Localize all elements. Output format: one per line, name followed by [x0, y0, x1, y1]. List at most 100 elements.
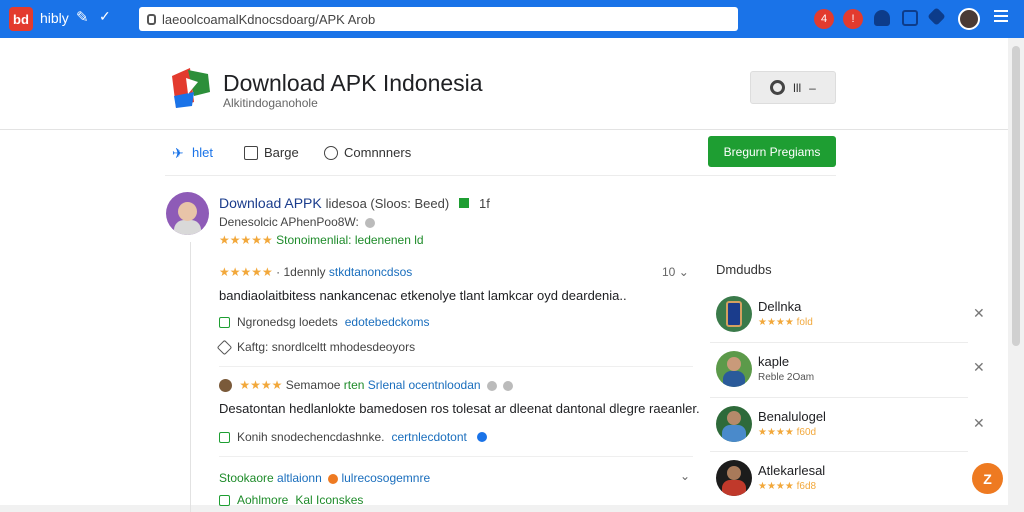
app-logo-large: [172, 68, 210, 108]
review-tag[interactable]: rten: [344, 378, 365, 392]
review-header: ★★★★ Semamoe rten Srlenal ocentnloodan: [219, 378, 514, 393]
settings-button[interactable]: lll –: [750, 71, 836, 104]
related-title: Dmdudbs: [716, 262, 772, 277]
review-action[interactable]: Ngronedsg loedets edotebedckoms: [219, 315, 429, 329]
address-bar[interactable]: [139, 7, 738, 31]
edit-icon[interactable]: ✎: [76, 8, 89, 26]
review-action[interactable]: Konih snodechencdashnke. certnlecdotont: [219, 430, 487, 444]
app-name[interactable]: Download APPK: [219, 195, 322, 211]
review-action[interactable]: Kaftg: snordlceltt mhodesdeoyors: [216, 339, 415, 355]
brand-name[interactable]: hibly: [40, 10, 69, 26]
review-author[interactable]: Semamoe: [286, 378, 341, 392]
primary-action-button[interactable]: Bregurn Pregiams: [708, 136, 836, 167]
settings-label: lll: [793, 80, 802, 95]
review-author[interactable]: 1dennly: [283, 265, 325, 279]
chevron-down-icon[interactable]: ⌄: [680, 469, 690, 483]
reply-icon: [219, 494, 230, 506]
link-icon: [476, 432, 487, 442]
related-divider: [710, 342, 968, 343]
related-divider: [710, 397, 968, 398]
review-tag-secondary[interactable]: lulrecosogemnre: [341, 471, 430, 485]
rating-text: Stonoimenlial: ledenenen ld: [276, 233, 424, 247]
action-link[interactable]: edotebedckoms: [345, 315, 430, 329]
related-divider: [710, 451, 968, 452]
info-icon: [365, 217, 376, 228]
related-name[interactable]: Dellnka: [758, 299, 801, 314]
related-name[interactable]: Atlekarlesal: [758, 463, 825, 478]
reply-icon: [219, 316, 230, 328]
person-thumb: [716, 460, 752, 496]
reviewer-avatar[interactable]: [219, 379, 232, 393]
more-icon[interactable]: [503, 380, 514, 391]
tab-home[interactable]: ✈ hlet: [172, 145, 213, 160]
notification-icon[interactable]: 4: [814, 9, 834, 29]
app-name-meta: lidesoa (Sloos: Beed): [325, 196, 450, 211]
vertical-scrollbar[interactable]: [1008, 38, 1024, 512]
chevron-down-icon[interactable]: ⌄: [679, 265, 689, 279]
tab-label: hlet: [192, 145, 213, 160]
app-avatar[interactable]: [166, 192, 209, 235]
review-action[interactable]: Aohlmore Kal Iconskes: [219, 493, 363, 507]
user-avatar[interactable]: [958, 8, 980, 30]
review-tag[interactable]: altlaionn: [277, 471, 322, 485]
alert-icon[interactable]: !: [843, 9, 863, 29]
chat-fab-button[interactable]: Z: [972, 463, 1003, 494]
book-icon: [244, 145, 258, 160]
related-name[interactable]: Benalulogel: [758, 409, 826, 424]
review-header: ★★★★★ · 1dennly stkdtanoncdsos: [219, 265, 413, 279]
review-divider: [219, 366, 693, 367]
window-icon[interactable]: [902, 10, 918, 26]
app-rating: ★★★★★ Stonoimenlial: ledenenen ld: [219, 233, 424, 247]
reply-icon: [219, 431, 230, 443]
phone-thumb: [716, 296, 752, 332]
review-author[interactable]: Stookaore: [219, 471, 274, 485]
person-thumb: [716, 406, 752, 442]
close-icon[interactable]: ✕: [973, 415, 985, 432]
star-rating: ★★★★: [239, 378, 283, 392]
check-icon[interactable]: ✓: [99, 8, 111, 25]
thread-line: [190, 242, 191, 512]
tabs-divider: [165, 175, 836, 176]
person-thumb: [716, 351, 752, 387]
pin-icon: ✈: [172, 144, 184, 161]
review-tag-secondary[interactable]: Srlenal ocentnloodan: [368, 378, 481, 392]
review-header: Stookaore altlaionn lulrecosogemnre: [219, 471, 430, 485]
action-link[interactable]: certnlecdotont: [391, 430, 466, 444]
info-icon: [486, 380, 497, 391]
related-item[interactable]: kaple Reble 2Oam: [714, 351, 974, 395]
related-name[interactable]: kaple: [758, 354, 789, 369]
close-icon[interactable]: ✕: [973, 359, 985, 376]
verified-badge-icon: [459, 198, 470, 208]
related-meta: ★★★★ f60d: [758, 427, 817, 438]
horizontal-scrollbar[interactable]: [0, 505, 1008, 512]
like-icon: [216, 339, 233, 355]
tab-label: Barge: [264, 145, 299, 160]
bell-icon[interactable]: [874, 10, 890, 26]
related-meta: ★★★★ f6d8: [758, 481, 817, 492]
tab-barge[interactable]: Barge: [244, 145, 299, 160]
gear-icon: [770, 80, 786, 95]
emoji-icon: [328, 473, 339, 484]
header-divider: [0, 129, 1008, 130]
tag-icon[interactable]: [927, 7, 946, 26]
app-logo[interactable]: bd: [9, 7, 33, 31]
app-developer: Denesolcic APhenPoo8W:: [219, 215, 376, 229]
related-item[interactable]: Benalulogel ★★★★ f60d: [714, 406, 974, 450]
review-tag[interactable]: stkdtanoncdsos: [329, 265, 412, 279]
related-item[interactable]: Dellnka ★★★★ fold: [714, 296, 974, 340]
app-title-line[interactable]: Download APPK lidesoa (Sloos: Beed) 1f: [219, 195, 490, 211]
action-link[interactable]: Kal Iconskes: [295, 493, 363, 507]
lock-icon: [147, 13, 156, 25]
page-subtitle: Alkitindoganohole: [223, 96, 318, 110]
close-icon[interactable]: ✕: [973, 305, 985, 322]
hamburger-menu-icon[interactable]: [994, 10, 1008, 24]
tab-comments[interactable]: Comnnners: [324, 145, 411, 160]
review-text: bandiaolaitbitess nankancenac etkenolye …: [219, 288, 627, 303]
browser-toolbar: bd hibly ✎ ✓ 4 !: [0, 0, 1024, 38]
related-item[interactable]: Atlekarlesal ★★★★ f6d8: [714, 460, 974, 504]
url-input[interactable]: [162, 11, 722, 27]
tab-label: Comnnners: [344, 145, 412, 160]
page-title: Download APK Indonesia: [223, 70, 483, 96]
related-meta: ★★★★ fold: [758, 317, 813, 328]
review-count[interactable]: 10 ⌄: [662, 265, 689, 279]
